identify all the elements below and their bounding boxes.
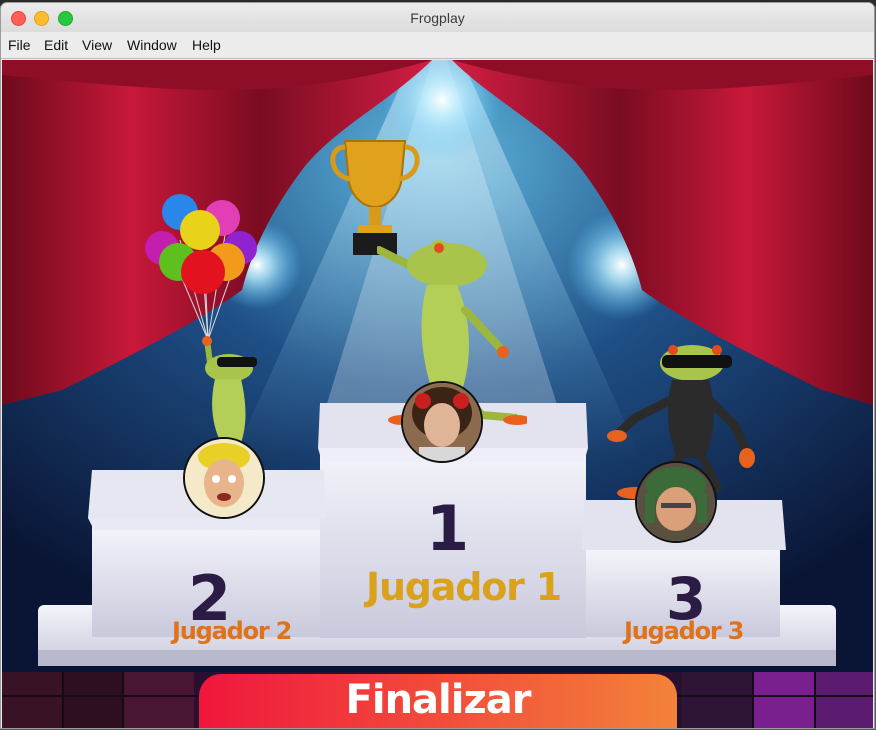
title-bar: Frogplay [1, 3, 874, 32]
menu-file[interactable]: File [8, 37, 31, 53]
finish-button-label: Finalizar [345, 677, 532, 723]
player-3-label: Jugador 3 [624, 617, 744, 645]
frog-icon [202, 336, 257, 443]
menu-bar: File Edit View Window Help [1, 32, 874, 59]
podium-scene: 1 2 3 Jugador 1 Jugador 2 Jugador 3 Fina… [2, 60, 873, 728]
menu-edit[interactable]: Edit [44, 37, 68, 53]
menu-help[interactable]: Help [192, 37, 221, 53]
app-window: Frogplay File Edit View Window Help 1 2 … [1, 3, 874, 728]
player-2-label: Jugador 2 [172, 617, 292, 645]
window-title: Frogplay [410, 10, 465, 26]
player-1-avatar [401, 381, 483, 463]
player-1-label: Jugador 1 [366, 565, 562, 609]
balloons-icon [145, 194, 257, 340]
finish-button[interactable]: Finalizar [199, 674, 677, 728]
player-3-avatar [635, 461, 717, 543]
rank-1-number: 1 [426, 492, 470, 565]
menu-window[interactable]: Window [127, 37, 177, 53]
player-2-avatar [183, 437, 265, 519]
menu-view[interactable]: View [82, 37, 112, 53]
